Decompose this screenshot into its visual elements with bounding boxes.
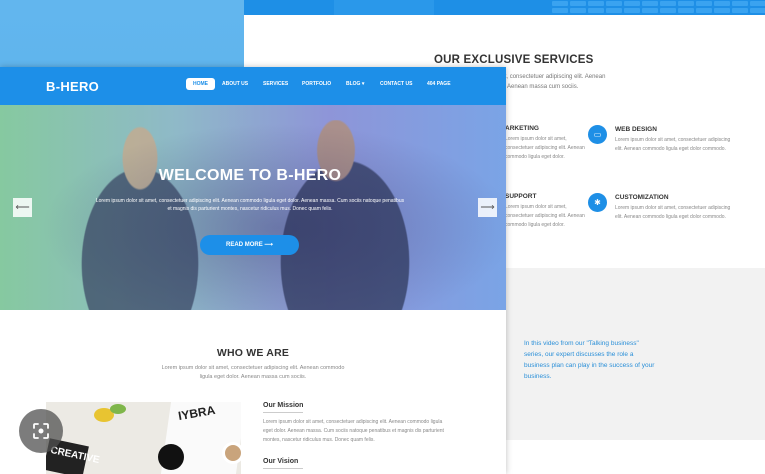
homepage-preview: B-HERO HOME ABOUT US SERVICES PORTFOLIO … xyxy=(0,67,506,474)
service-text: Lorem ipsum dolor sit amet, consectetuer… xyxy=(615,205,731,220)
slider-prev-arrow-icon[interactable]: ⟵ xyxy=(13,198,32,217)
service-text: Lorem ipsum dolor sit amet, consectetuer… xyxy=(615,137,731,152)
navbar: B-HERO HOME ABOUT US SERVICES PORTFOLIO … xyxy=(0,67,506,105)
keyboard-image-strip xyxy=(244,0,765,15)
who-we-are-subtitle: Lorem ipsum dolor sit amet, consectetuer… xyxy=(161,365,345,380)
read-more-button[interactable]: READ MORE ⟶ xyxy=(200,235,299,255)
service-text-support: Lorem ipsum dolor sit amet, consectetuer… xyxy=(505,204,585,228)
hero-title: WELCOME TO B-HERO xyxy=(158,167,342,184)
nav-about-us[interactable]: ABOUT US xyxy=(222,81,248,87)
services-title: OUR EXCLUSIVE SERVICES xyxy=(434,54,594,66)
monitor-icon: ▭ xyxy=(588,125,607,144)
nav-contact-us[interactable]: CONTACT US xyxy=(380,81,412,87)
vision-title: Our Vision xyxy=(263,458,299,465)
mission-title: Our Mission xyxy=(263,402,304,409)
nav-services[interactable]: SERVICES xyxy=(263,81,288,87)
divider xyxy=(263,468,303,469)
service-label: WEB DESIGN xyxy=(615,126,657,133)
nav-home[interactable]: HOME xyxy=(186,78,215,90)
nav-portfolio[interactable]: PORTFOLIO xyxy=(302,81,331,87)
slider-next-arrow-icon[interactable]: ⟶ xyxy=(478,198,497,217)
service-label-marketing: ARKETING xyxy=(505,125,539,132)
site-logo[interactable]: B-HERO xyxy=(46,79,99,94)
who-we-are-title: WHO WE ARE xyxy=(216,347,290,359)
video-description: In this video from our "Talking business… xyxy=(524,340,655,380)
gear-icon: ✱ xyxy=(588,193,607,212)
lens-search-icon[interactable] xyxy=(19,409,63,453)
divider xyxy=(263,412,303,413)
service-text-marketing: Lorem ipsum dolor sit amet, consectetuer… xyxy=(505,136,585,160)
mission-text: Lorem ipsum dolor sit amet, consectetuer… xyxy=(263,419,444,443)
service-label: CUSTOMIZATION xyxy=(615,194,669,201)
hero-slider: WELCOME TO B-HERO Lorem ipsum dolor sit … xyxy=(0,105,506,310)
hero-text: Lorem ipsum dolor sit amet, consectetuer… xyxy=(95,198,405,212)
nav-404-page[interactable]: 404 PAGE xyxy=(427,81,451,87)
service-label-support: SUPPORT xyxy=(505,193,537,200)
nav-blog[interactable]: BLOG ▾ xyxy=(346,81,364,87)
workspace-photo: IYBRA CREATIVE xyxy=(46,402,241,474)
